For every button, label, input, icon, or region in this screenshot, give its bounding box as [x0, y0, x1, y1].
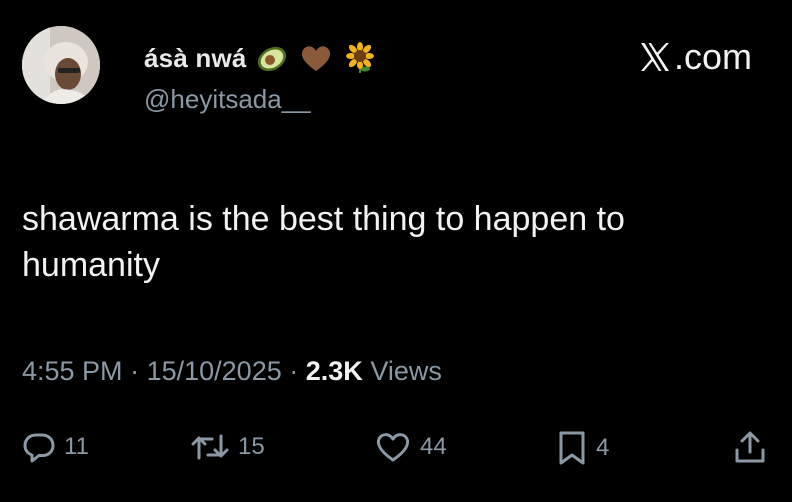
tweet-date[interactable]: 15/10/2025 — [147, 356, 282, 386]
sunflower-icon — [341, 41, 379, 75]
repost-button[interactable]: 15 — [190, 430, 265, 464]
repost-count: 15 — [238, 433, 265, 460]
reply-count: 11 — [64, 433, 89, 460]
meta-separator: · — [130, 356, 140, 386]
reply-icon — [23, 433, 55, 463]
avatar-photo — [22, 26, 100, 104]
avocado-icon — [253, 41, 291, 75]
tweet-text: shawarma is the best thing to happen to … — [22, 200, 625, 284]
views-count: 2.3K — [305, 356, 363, 386]
tweet-time[interactable]: 4:55 PM — [22, 356, 123, 386]
brand-watermark: .com — [638, 36, 752, 78]
tweet-meta: 4:55 PM · 15/10/2025 · 2.3K Views — [22, 356, 442, 387]
bookmark-button[interactable]: 4 — [556, 430, 609, 466]
avatar[interactable] — [22, 26, 100, 104]
heart-icon — [376, 433, 410, 462]
views-label: Views — [370, 356, 442, 386]
brown-heart-icon — [297, 41, 335, 75]
author-handle[interactable]: @heyitsada__ — [144, 84, 311, 115]
like-count: 44 — [420, 433, 447, 460]
share-icon — [735, 431, 765, 463]
action-bar: 11 15 44 4 — [22, 430, 770, 470]
meta-separator: · — [289, 356, 299, 386]
bookmark-icon — [559, 431, 585, 465]
like-button[interactable]: 44 — [374, 430, 447, 464]
reply-button[interactable]: 11 — [22, 430, 89, 464]
author-name-row: ásà nwá — [144, 38, 379, 78]
display-name[interactable]: ásà nwá — [144, 43, 247, 74]
share-button[interactable] — [732, 430, 768, 466]
x-logo-icon — [638, 40, 672, 74]
bookmark-count: 4 — [596, 434, 610, 461]
brand-domain: .com — [673, 36, 752, 77]
repost-icon — [191, 434, 229, 460]
